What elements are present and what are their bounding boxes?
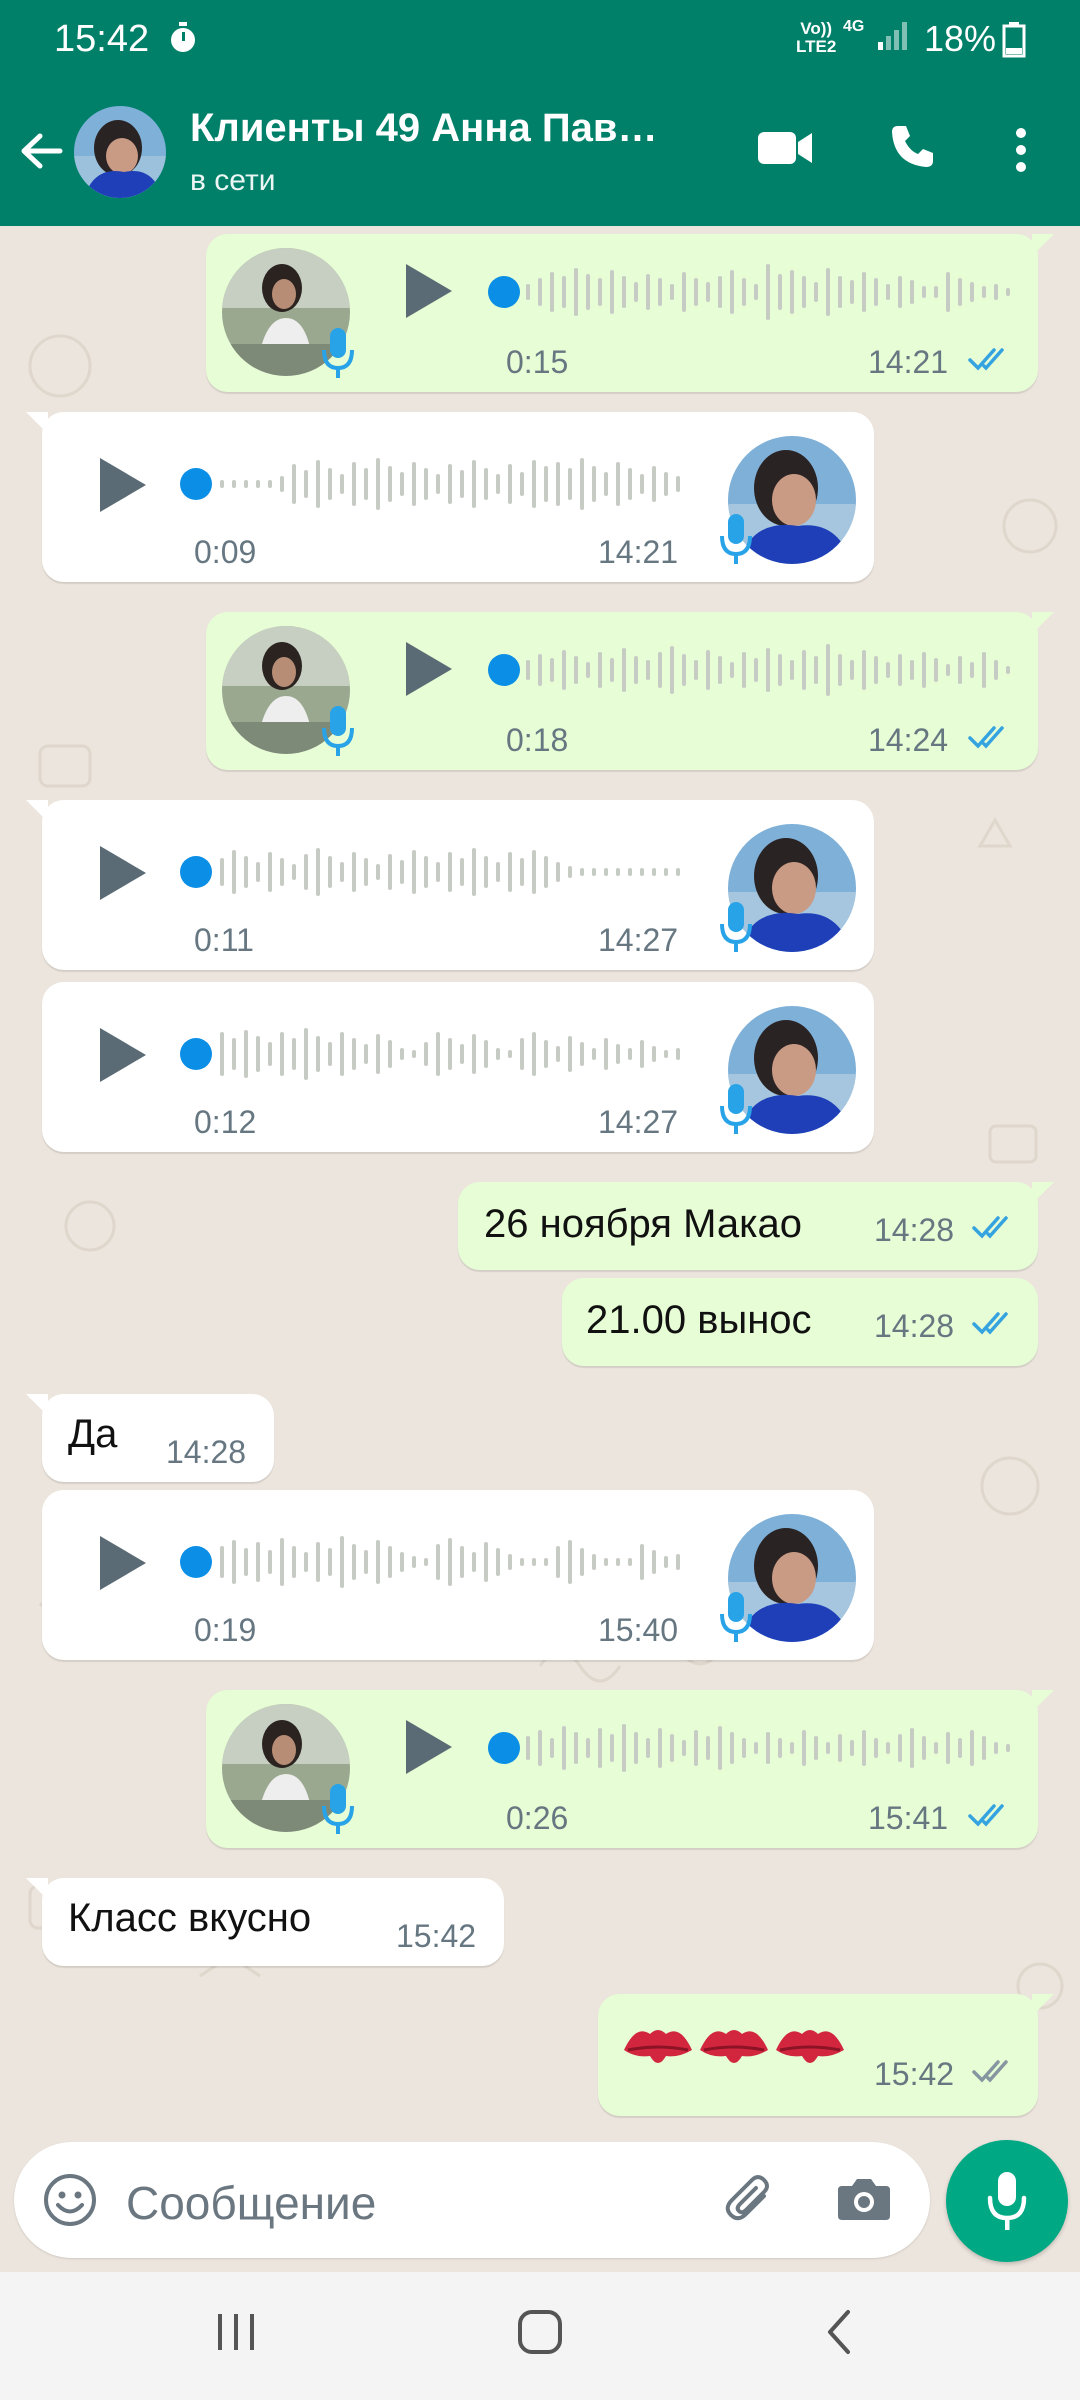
- chat-title[interactable]: Клиенты 49 Анна Пав…: [190, 106, 657, 151]
- voice-duration: 0:15: [506, 344, 569, 380]
- voice-duration: 0:11: [194, 922, 254, 958]
- mic-icon: [720, 1084, 752, 1134]
- mic-icon: [720, 902, 752, 952]
- incoming-text-message[interactable]: Класс вкусно 15:42: [26, 1878, 504, 1966]
- back-icon[interactable]: [824, 2308, 854, 2356]
- read-ticks-icon: [972, 1216, 1008, 1239]
- delivered-ticks-icon: [972, 2060, 1008, 2083]
- record-voice-button[interactable]: [946, 2140, 1068, 2262]
- emoji-icon[interactable]: [42, 2172, 98, 2228]
- read-ticks-icon: [968, 726, 1004, 749]
- waveform: [220, 1536, 680, 1588]
- mic-icon: [987, 2172, 1027, 2230]
- message-text: 26 ноября Макао: [484, 1202, 802, 1246]
- play-button[interactable]: [100, 458, 146, 512]
- play-button[interactable]: [406, 264, 452, 318]
- more-options-icon[interactable]: [1014, 126, 1028, 174]
- outgoing-voice-message[interactable]: 0:18 14:24: [206, 612, 1054, 770]
- online-status: в сети: [190, 164, 276, 197]
- incoming-voice-message[interactable]: 0:09 14:21: [26, 412, 874, 582]
- mic-icon: [720, 514, 752, 564]
- incoming-text-message[interactable]: Да 14:28: [26, 1394, 274, 1482]
- status-time: 15:42: [54, 18, 150, 60]
- waveform: [526, 644, 1010, 696]
- signal-icon: [878, 22, 907, 50]
- play-button[interactable]: [100, 1028, 146, 1082]
- system-nav-bar: [0, 2272, 1080, 2400]
- battery-percent: 18%: [924, 18, 997, 59]
- playback-scrubber[interactable]: [180, 468, 212, 500]
- outgoing-emoji-message[interactable]: 15:42: [598, 1994, 1054, 2116]
- waveform: [220, 458, 680, 510]
- message-time: 14:27: [598, 922, 679, 958]
- attach-icon[interactable]: [720, 2170, 780, 2230]
- battery-icon: [1002, 22, 1026, 58]
- message-time: 15:41: [868, 1800, 949, 1836]
- message-input[interactable]: Сообщение: [126, 2176, 376, 2230]
- playback-scrubber[interactable]: [488, 1732, 520, 1764]
- message-time: 14:24: [868, 722, 949, 758]
- read-ticks-icon: [968, 348, 1004, 371]
- message-time: 15:42: [396, 1918, 477, 1954]
- play-button[interactable]: [100, 1536, 146, 1590]
- outgoing-voice-message[interactable]: 0:15 14:21: [206, 234, 1054, 392]
- outgoing-voice-message[interactable]: 0:26 15:41: [206, 1690, 1054, 1848]
- waveform: [220, 848, 680, 896]
- message-time: 15:42: [874, 2056, 955, 2092]
- chat-area[interactable]: 0:15 14:21 0:09 14:21 0:18 14:24 0:11 14…: [0, 226, 1080, 2138]
- message-time: 14:28: [874, 1308, 955, 1344]
- waveform: [526, 264, 1010, 320]
- incoming-voice-message[interactable]: 0:12 14:27: [42, 982, 874, 1152]
- home-icon[interactable]: [516, 2308, 564, 2356]
- play-button[interactable]: [406, 1720, 452, 1774]
- message-time: 14:21: [868, 344, 949, 380]
- message-time: 14:21: [598, 534, 679, 570]
- play-button[interactable]: [406, 642, 452, 696]
- video-call-icon[interactable]: [758, 128, 814, 168]
- message-time: 14:28: [874, 1212, 955, 1248]
- playback-scrubber[interactable]: [488, 276, 520, 308]
- voice-duration: 0:19: [194, 1612, 257, 1648]
- chat-header: Клиенты 49 Анна Пав… в сети: [0, 78, 1080, 226]
- volte-indicator: Vo)) LTE2: [796, 19, 837, 56]
- message-text: Класс вкусно: [68, 1896, 312, 1940]
- outgoing-text-message[interactable]: 21.00 вынос 14:28: [562, 1278, 1038, 1366]
- message-time: 15:40: [598, 1612, 679, 1648]
- top-bar: 15:42 Vo)) LTE2 4G 18% Клиенты 49 Анна П…: [0, 0, 1080, 226]
- read-ticks-icon: [968, 1804, 1004, 1827]
- recents-icon[interactable]: [214, 2312, 258, 2352]
- mic-icon: [720, 1592, 752, 1642]
- playback-scrubber[interactable]: [180, 1038, 212, 1070]
- back-arrow-icon[interactable]: [16, 126, 66, 176]
- mic-icon: [322, 706, 354, 756]
- playback-scrubber[interactable]: [180, 856, 212, 888]
- voice-duration: 0:18: [506, 722, 569, 758]
- status-bar: 15:42 Vo)) LTE2 4G 18%: [0, 0, 1080, 78]
- message-text: Да: [68, 1412, 118, 1456]
- playback-scrubber[interactable]: [488, 654, 520, 686]
- voice-duration: 0:26: [506, 1800, 569, 1836]
- playback-scrubber[interactable]: [180, 1546, 212, 1578]
- voice-duration: 0:09: [194, 534, 257, 570]
- phone-icon[interactable]: [888, 122, 936, 170]
- message-text: 21.00 вынос: [586, 1298, 812, 1342]
- network-type: 4G: [843, 18, 865, 35]
- waveform: [526, 1724, 1010, 1772]
- incoming-voice-message[interactable]: 0:19 15:40: [42, 1490, 874, 1660]
- read-ticks-icon: [972, 1312, 1008, 1335]
- outgoing-text-message[interactable]: 26 ноября Макао 14:28: [458, 1182, 1054, 1270]
- stopwatch-icon: [171, 22, 195, 52]
- incoming-voice-message[interactable]: 0:11 14:27: [26, 800, 874, 970]
- mic-icon: [322, 1784, 354, 1834]
- mic-icon: [322, 328, 354, 378]
- play-button[interactable]: [100, 846, 146, 900]
- message-time: 14:28: [166, 1434, 247, 1470]
- voice-duration: 0:12: [194, 1104, 257, 1140]
- message-composer[interactable]: Сообщение: [14, 2142, 930, 2258]
- waveform: [220, 1028, 680, 1080]
- contact-avatar[interactable]: [74, 106, 166, 198]
- kiss-mark-emoji: [624, 2030, 844, 2063]
- camera-icon[interactable]: [836, 2174, 892, 2222]
- message-time: 14:27: [598, 1104, 679, 1140]
